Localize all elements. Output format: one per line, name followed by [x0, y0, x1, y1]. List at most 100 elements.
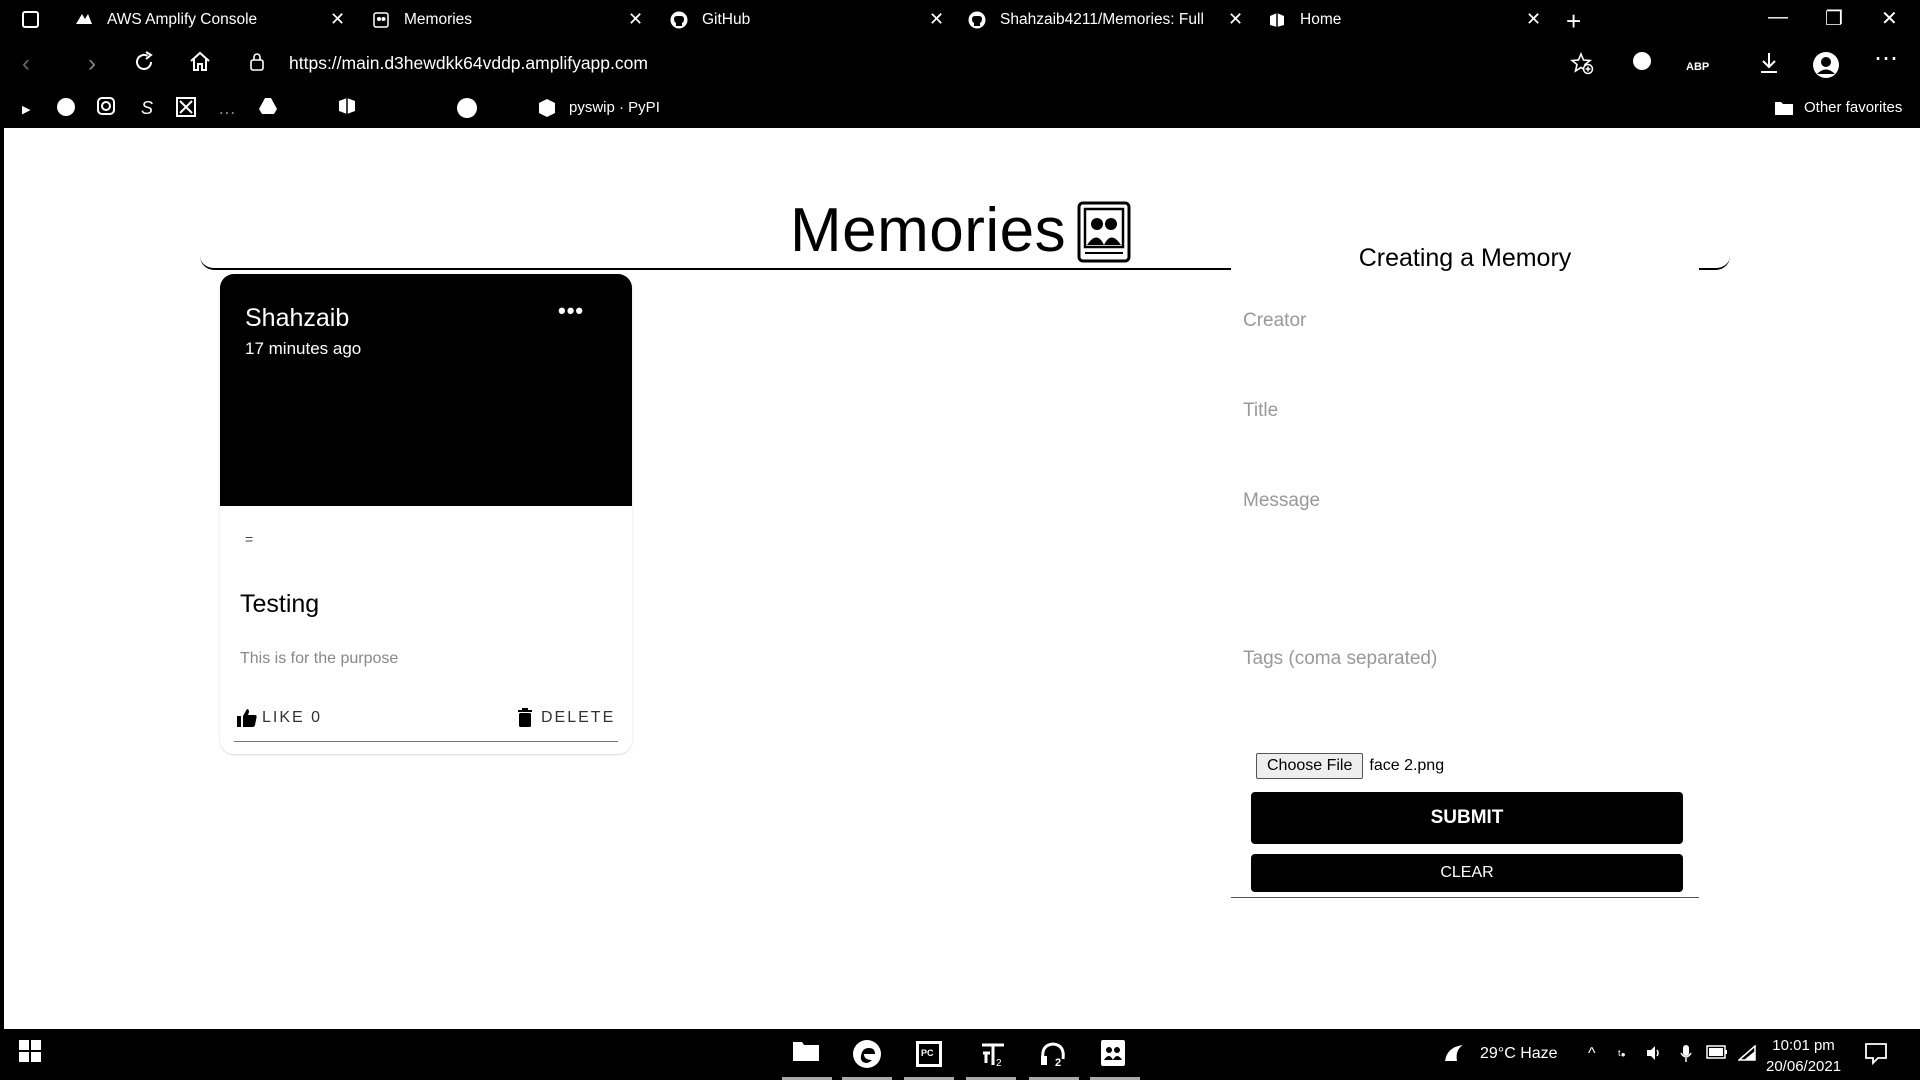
submit-button[interactable]: SUBMIT — [1251, 792, 1683, 844]
close-icon[interactable]: ✕ — [1228, 9, 1243, 30]
close-icon[interactable]: ✕ — [929, 9, 944, 30]
tab-aws-amplify[interactable]: AWS Amplify Console ✕ — [75, 0, 350, 40]
adblock-icon[interactable]: ABP — [1686, 54, 1709, 80]
favorite-s-icon[interactable]: S — [141, 97, 153, 119]
pypi-icon — [539, 99, 555, 117]
add-favorite-icon[interactable] — [1569, 51, 1594, 81]
lock-icon[interactable] — [250, 53, 264, 71]
address-bar: ‹ › https://main.d3hewdkk64vddp.amplifya… — [0, 40, 1920, 88]
tab-title: GitHub — [702, 11, 751, 28]
edge-icon[interactable] — [852, 1039, 882, 1075]
delete-button[interactable]: DELETE — [517, 708, 615, 728]
like-button[interactable]: LIKE 0 — [236, 708, 322, 728]
close-icon[interactable]: ✕ — [1526, 9, 1541, 30]
amplify-icon — [75, 11, 93, 29]
refresh-icon[interactable] — [132, 50, 156, 81]
notifications-icon[interactable] — [1864, 1041, 1888, 1070]
favorite-dotted-icon[interactable]: … — [218, 97, 236, 119]
message-field[interactable]: Message — [1243, 490, 1687, 630]
file-name: face 2.png — [1369, 757, 1445, 774]
close-icon[interactable]: ✕ — [330, 9, 345, 30]
clear-button[interactable]: CLEAR — [1251, 854, 1683, 892]
download-icon[interactable] — [1758, 51, 1780, 81]
like-label: LIKE 0 — [262, 709, 323, 726]
weather-text[interactable]: 29°C Haze — [1480, 1045, 1558, 1063]
extension-icon[interactable] — [1632, 51, 1652, 77]
weather-icon[interactable] — [1442, 1041, 1466, 1070]
tab-title: Memories — [404, 11, 473, 28]
file-explorer-icon[interactable] — [792, 1039, 820, 1069]
clock-date: 20/06/2021 — [1766, 1058, 1842, 1075]
url-field[interactable]: https://main.d3hewdkk64vddp.amplifyapp.c… — [289, 53, 648, 74]
microphone-icon[interactable] — [1680, 1045, 1692, 1068]
speaker-icon[interactable] — [1646, 1045, 1662, 1066]
tab-actions-icon[interactable] — [22, 11, 39, 28]
favorites-arrow-icon[interactable]: ▶ — [22, 99, 30, 121]
tags-field[interactable]: Tags (coma separated) — [1243, 648, 1687, 670]
favorites-bar: ▶ S … pyswip · PyPI Other favorites — [0, 88, 1920, 128]
svg-text:2: 2 — [996, 1058, 1002, 1069]
taskbar: PC 2 2 29°C Haze ^ ᵗ• 10:01 pm 20/06/202… — [0, 1029, 1920, 1080]
tab-memories-repo[interactable]: Shahzaib4211/Memories: Full S ✕ — [968, 0, 1243, 40]
post-image: Shahzaib 17 minutes ago ••• — [220, 274, 632, 506]
memories-icon — [372, 11, 390, 29]
tab-github[interactable]: GitHub ✕ — [670, 0, 945, 40]
favorite-circle-icon[interactable] — [56, 97, 76, 122]
title-field[interactable]: Title — [1243, 400, 1687, 422]
system-clock[interactable]: 10:01 pm 20/06/2021 — [1766, 1035, 1841, 1077]
tab-title: Home — [1300, 11, 1342, 28]
wifi-icon[interactable] — [1737, 1044, 1756, 1066]
network-share-icon[interactable]: ᵗ• — [1618, 1047, 1625, 1062]
creator-field[interactable]: Creator — [1243, 310, 1687, 332]
post-title: Testing — [240, 590, 320, 618]
tuning-app-icon[interactable]: 2 — [978, 1039, 1008, 1075]
home-icon[interactable] — [188, 50, 212, 81]
new-tab-icon[interactable]: + — [1566, 6, 1581, 37]
other-favorites[interactable]: Other favorites — [1774, 97, 1902, 119]
restore-icon[interactable]: ❐ — [1825, 6, 1843, 31]
post-actions: LIKE 0 DELETE — [234, 704, 618, 742]
tab-memories[interactable]: Memories ✕ — [372, 0, 647, 40]
web-page: Memories Shahzaib 17 minutes ago ••• = T… — [4, 128, 1920, 1029]
chevron-up-icon[interactable]: ^ — [1588, 1045, 1596, 1063]
headset-app-icon[interactable]: 2 — [1038, 1039, 1068, 1075]
clock-time: 10:01 pm — [1772, 1037, 1835, 1054]
favorite-drive-icon[interactable] — [258, 97, 278, 120]
delete-label: DELETE — [541, 709, 616, 726]
back-icon[interactable]: ‹ — [22, 50, 30, 78]
window-close-icon[interactable]: ✕ — [1881, 6, 1898, 31]
thumb-up-icon — [237, 709, 257, 727]
tab-home[interactable]: Home ✕ — [1268, 0, 1543, 40]
close-icon[interactable]: ✕ — [628, 9, 643, 30]
tab-title: Shahzaib4211/Memories: Full S — [1000, 11, 1208, 28]
favorite-pyswip[interactable]: pyswip · PyPI — [537, 97, 660, 119]
favorite-label: pyswip · PyPI — [569, 99, 660, 116]
memory-form: Creating a Memory Creator Title Message … — [1231, 238, 1699, 898]
choose-file-button[interactable]: Choose File — [1256, 753, 1364, 779]
trash-icon — [518, 708, 532, 727]
minimize-icon[interactable]: — — [1768, 6, 1788, 29]
post-tags: = — [245, 531, 254, 547]
windows-start-icon[interactable] — [18, 1039, 42, 1069]
github-icon — [670, 11, 688, 29]
memories-app-icon[interactable] — [1100, 1039, 1126, 1073]
profile-icon[interactable] — [1812, 51, 1840, 85]
memories-logo-icon — [1076, 200, 1132, 264]
forward-icon[interactable]: › — [88, 50, 96, 78]
github-icon — [968, 11, 986, 29]
post-card: Shahzaib 17 minutes ago ••• = Testing Th… — [220, 274, 632, 754]
post-message: This is for the purpose — [240, 650, 399, 667]
more-horizontal-icon[interactable]: ••• — [558, 298, 584, 324]
favorite-nust-icon[interactable] — [176, 97, 196, 122]
battery-icon[interactable] — [1706, 1045, 1728, 1064]
tab-title: AWS Amplify Console — [107, 11, 258, 28]
favorite-office-icon[interactable] — [338, 97, 356, 120]
favorite-circle-2-icon[interactable] — [456, 97, 478, 124]
folder-icon — [1775, 102, 1793, 115]
more-icon[interactable]: ⋯ — [1874, 46, 1898, 72]
svg-text:2: 2 — [1055, 1057, 1061, 1069]
svg-text:PC: PC — [921, 1048, 934, 1058]
pycharm-icon[interactable]: PC — [914, 1039, 944, 1075]
app-title: Memories — [790, 196, 1067, 265]
favorite-instagram-icon[interactable] — [97, 97, 115, 120]
